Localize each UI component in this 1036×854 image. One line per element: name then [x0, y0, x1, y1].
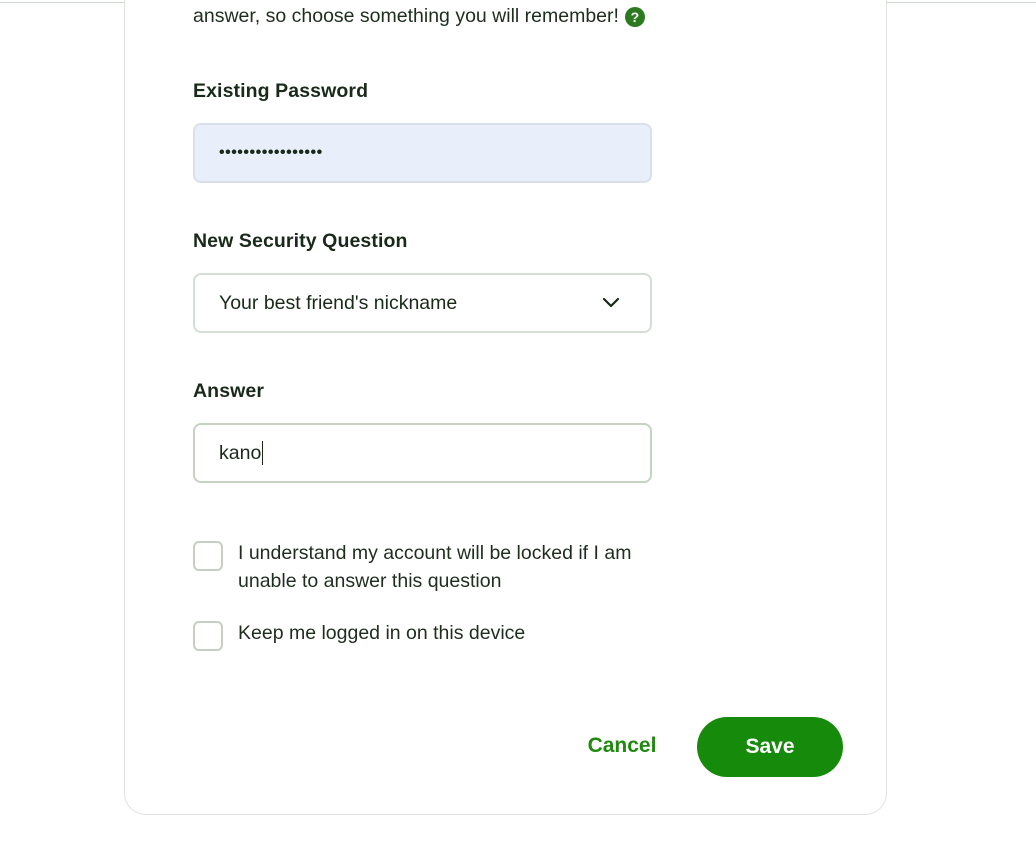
cancel-button[interactable]: Cancel — [572, 726, 672, 766]
intro-label: answer, so choose something you will rem… — [193, 5, 619, 27]
question-circle-icon[interactable]: ? — [624, 6, 645, 27]
save-button[interactable]: Save — [697, 717, 843, 777]
intro-text: answer, so choose something you will rem… — [193, 5, 645, 28]
security-question-selected: Your best friend's nickname — [219, 291, 458, 314]
text-caret — [262, 441, 264, 465]
keep-logged-in-label: Keep me logged in on this device — [238, 622, 526, 644]
answer-input[interactable]: kano — [193, 423, 652, 483]
keep-logged-in-row: Keep me logged in on this device — [193, 621, 658, 651]
security-question-label: New Security Question — [193, 230, 408, 252]
existing-password-label: Existing Password — [193, 80, 369, 102]
chevron-down-icon — [602, 297, 620, 308]
existing-password-field[interactable]: ••••••••••••••••• — [193, 123, 652, 183]
lock-acknowledgement-label: I understand my account will be locked i… — [238, 542, 632, 592]
lock-acknowledgement-checkbox[interactable] — [193, 541, 223, 571]
answer-value: kano — [219, 441, 262, 464]
answer-label: Answer — [193, 380, 265, 402]
password-value: ••••••••••••••••• — [219, 144, 323, 161]
keep-logged-in-checkbox[interactable] — [193, 621, 223, 651]
security-question-select[interactable]: Your best friend's nickname — [193, 273, 652, 333]
lock-acknowledgement-row: I understand my account will be locked i… — [193, 541, 658, 595]
